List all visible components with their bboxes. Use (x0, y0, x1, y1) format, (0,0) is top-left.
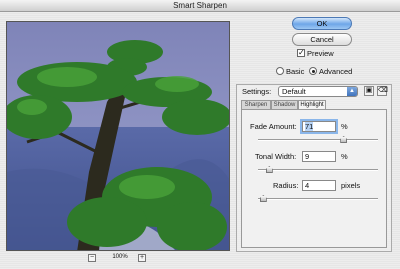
radius-input[interactable]: 4 (302, 180, 336, 191)
tab-sharpen[interactable]: Sharpen (241, 100, 271, 109)
slider-thumb[interactable] (340, 136, 348, 143)
save-settings-icon[interactable]: ▣ (364, 86, 374, 96)
tab-shadow[interactable]: Shadow (271, 100, 298, 109)
fade-amount-input[interactable]: 71 (300, 119, 338, 134)
slider-track (258, 139, 378, 141)
fade-amount-slider[interactable] (258, 136, 378, 144)
advanced-radio[interactable] (309, 67, 317, 75)
fade-amount-label: Fade Amount: (250, 122, 297, 131)
preview-label: Preview (307, 49, 334, 58)
fade-amount-value: 71 (305, 122, 314, 131)
tonal-width-slider[interactable] (258, 166, 378, 174)
window-title: Smart Sharpen (173, 1, 227, 10)
settings-label: Settings: (242, 87, 272, 96)
zoom-controls: − 100% + (88, 254, 152, 264)
zoom-in-button[interactable]: + (138, 254, 146, 262)
settings-value: Default (282, 87, 306, 96)
radius-unit: pixels (341, 181, 361, 190)
radius-slider[interactable] (258, 195, 378, 203)
ok-button[interactable]: OK (292, 17, 352, 30)
advanced-label: Advanced (319, 67, 353, 76)
delete-settings-icon[interactable]: ⌫ (377, 86, 388, 96)
dropdown-arrow-icon: ▲ (347, 87, 357, 96)
tonal-width-input[interactable]: 9 (302, 151, 336, 162)
preview-checkbox[interactable]: ✓ (297, 49, 305, 57)
zoom-out-button[interactable]: − (88, 254, 96, 262)
slider-track (258, 169, 378, 171)
slider-thumb[interactable] (265, 166, 273, 173)
settings-dropdown[interactable]: Default ▲ (278, 86, 358, 97)
tonal-width-unit: % (341, 152, 348, 161)
radius-label: Radius: (273, 181, 299, 190)
cancel-button[interactable]: Cancel (292, 33, 352, 46)
zoom-level: 100% (112, 254, 128, 260)
tree-photo (7, 22, 229, 250)
basic-label: Basic (286, 67, 305, 76)
tonal-width-label: Tonal Width: (255, 152, 297, 161)
fade-amount-unit: % (341, 122, 348, 131)
basic-radio[interactable] (276, 67, 284, 75)
slider-thumb[interactable] (259, 195, 267, 202)
preview-image[interactable] (6, 21, 230, 251)
title-bar: Smart Sharpen (0, 0, 400, 12)
slider-track (258, 198, 378, 200)
